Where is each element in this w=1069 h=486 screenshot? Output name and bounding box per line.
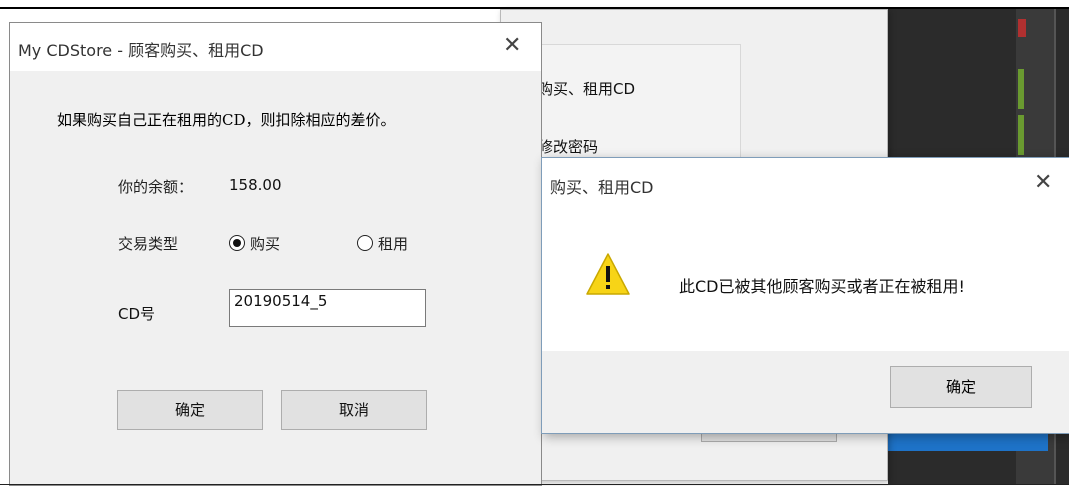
radio-buy-label[interactable]: 购买 [250, 233, 280, 254]
trade-type-label: 交易类型 [118, 235, 179, 253]
radio-rent[interactable] [357, 235, 373, 251]
message-ok-button[interactable]: 确定 [890, 366, 1032, 408]
close-icon[interactable]: ✕ [1034, 172, 1052, 194]
cd-number-label: CD号 [118, 305, 156, 323]
menu-item-change-password[interactable]: 修改密码 [538, 136, 598, 157]
close-icon[interactable]: ✕ [503, 35, 521, 57]
warning-icon [586, 253, 630, 295]
window-title: My CDStore - 顾客购买、租用CD [18, 41, 264, 60]
marker-red [1018, 19, 1026, 37]
bottom-border-line [0, 484, 1069, 485]
cd-number-input[interactable]: 20190514_5 [229, 289, 426, 327]
marker-green [1018, 69, 1024, 109]
title-bar: My CDStore - 顾客购买、租用CD ✕ [10, 23, 541, 71]
radio-buy[interactable] [229, 235, 245, 251]
purchase-rent-dialog: My CDStore - 顾客购买、租用CD ✕ 如果购买自己正在租用的CD，则… [9, 22, 542, 486]
marker-green [1018, 115, 1024, 155]
warning-message-box: 购买、租用CD ✕ 此CD已被其他顾客购买或者正在被租用! 确定 [541, 157, 1069, 434]
balance-label: 你的余额： [118, 178, 194, 196]
hint-text: 如果购买自己正在租用的CD，则扣除相应的差价。 [57, 111, 396, 129]
ok-button[interactable]: 确定 [117, 390, 263, 430]
message-text: 此CD已被其他顾客购买或者正在被租用! [679, 277, 965, 296]
message-box-footer: 确定 [542, 351, 1069, 433]
menu-item-buy-rent[interactable]: 购买、租用CD [538, 78, 635, 99]
balance-value: 158.00 [229, 176, 282, 194]
message-box-title: 购买、租用CD [550, 178, 654, 197]
cancel-button[interactable]: 取消 [281, 390, 427, 430]
radio-rent-label[interactable]: 租用 [378, 233, 408, 254]
